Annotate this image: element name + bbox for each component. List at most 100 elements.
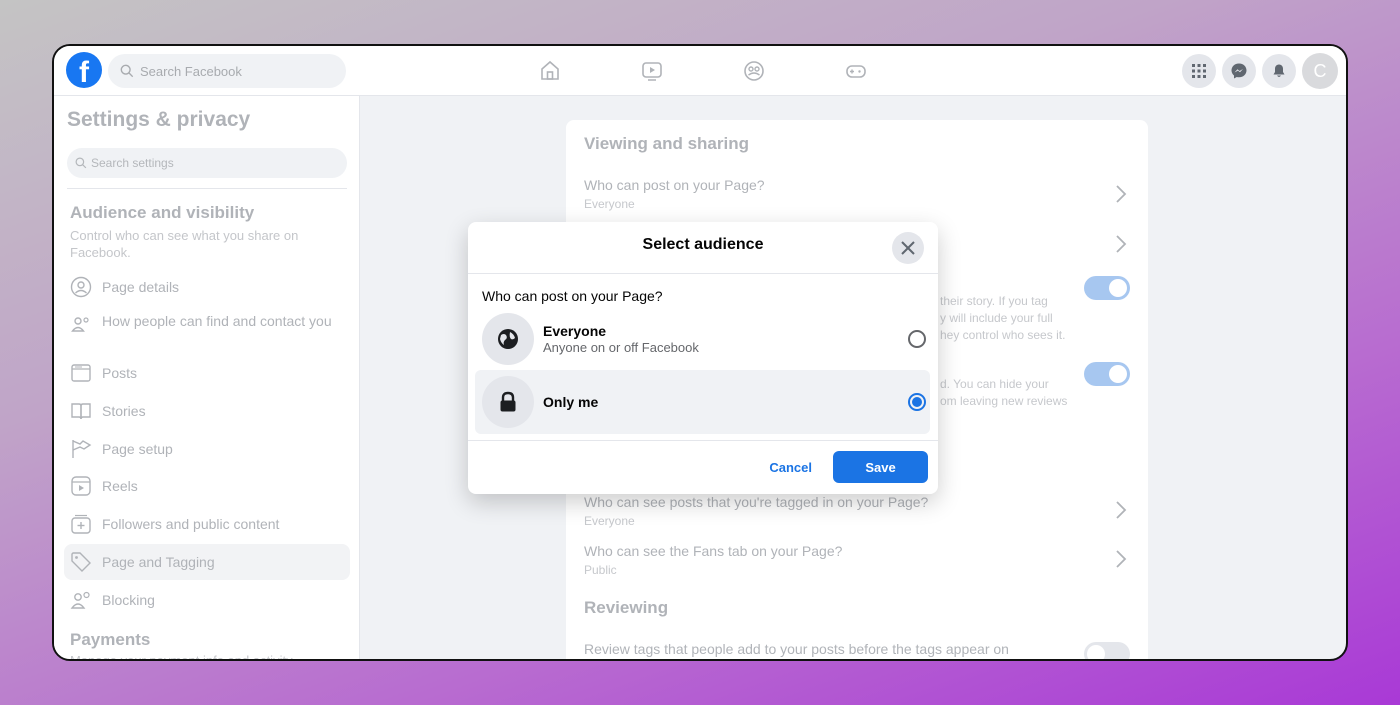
followers-icon bbox=[71, 514, 91, 534]
chevron-right-icon bbox=[1116, 185, 1127, 203]
settings-search-box[interactable] bbox=[67, 148, 347, 178]
option-sublabel: Anyone on or off Facebook bbox=[543, 340, 699, 355]
sidebar-item-reels[interactable]: Reels bbox=[64, 468, 350, 504]
fragment-line: y will include your full bbox=[940, 311, 1053, 325]
sidebar-item-find-and-contact[interactable]: How people can find and contact you bbox=[64, 309, 350, 355]
facebook-search-box[interactable] bbox=[108, 54, 346, 88]
sidebar-item-label: Reels bbox=[102, 478, 138, 494]
chevron-right-icon bbox=[1116, 501, 1127, 519]
sidebar-title: Settings & privacy bbox=[67, 108, 251, 131]
people-icon bbox=[71, 317, 89, 332]
radio-only-me[interactable] bbox=[908, 393, 926, 411]
option-text: Only me bbox=[543, 394, 908, 410]
fragment-line: their story. If you tag bbox=[940, 294, 1048, 308]
close-button[interactable] bbox=[892, 232, 924, 264]
audience-option-everyone[interactable]: Everyone Anyone on or off Facebook bbox=[475, 307, 930, 371]
sidebar-item-page-setup[interactable]: Page setup bbox=[64, 431, 350, 467]
option-label: Everyone bbox=[543, 323, 607, 339]
review-tags-toggle[interactable] bbox=[1084, 642, 1130, 659]
row-title: Who can see posts that you're tagged in … bbox=[584, 494, 929, 510]
video-icon[interactable] bbox=[640, 59, 664, 83]
sidebar-item-posts[interactable]: Posts bbox=[64, 355, 350, 391]
option-text: Everyone Anyone on or off Facebook bbox=[543, 323, 908, 355]
sidebar-item-label: Page setup bbox=[102, 441, 173, 457]
audience-option-only-me[interactable]: Only me bbox=[475, 370, 930, 434]
payments-description: Manage your payment info and activity. bbox=[70, 653, 296, 661]
menu-grid-button[interactable] bbox=[1182, 54, 1216, 88]
setting-toggle[interactable] bbox=[1084, 362, 1130, 386]
sidebar-item-label: Blocking bbox=[102, 592, 155, 608]
messenger-button[interactable] bbox=[1222, 54, 1256, 88]
fragment-line: hey control who sees it. bbox=[940, 328, 1066, 342]
dialog-divider bbox=[468, 440, 938, 441]
browser-frame: f Search Facebook C Settings & privacy S… bbox=[52, 44, 1348, 661]
settings-sidebar: Settings & privacy Audience and visibili… bbox=[54, 96, 360, 661]
sidebar-item-page-details[interactable]: Page details bbox=[64, 269, 350, 305]
sidebar-item-label: Page and Tagging bbox=[102, 554, 215, 570]
reels-icon bbox=[71, 476, 91, 496]
avatar-letter: C bbox=[1313, 60, 1327, 81]
setting-toggle[interactable] bbox=[1084, 276, 1130, 300]
sidebar-item-page-and-tagging[interactable]: Page and Tagging bbox=[64, 544, 350, 580]
search-icon bbox=[120, 64, 134, 78]
fragment-line: om leaving new reviews bbox=[940, 394, 1068, 408]
sidebar-item-label: Posts bbox=[102, 365, 138, 381]
settings-search-input[interactable] bbox=[91, 156, 331, 170]
radio-everyone[interactable] bbox=[908, 330, 926, 348]
user-circle-icon bbox=[70, 276, 92, 298]
dialog-question: Who can post on your Page? bbox=[482, 288, 663, 304]
lock-icon bbox=[500, 391, 516, 412]
tag-icon bbox=[71, 552, 91, 572]
review-tags-row-title: Review tags that people add to your post… bbox=[584, 641, 1009, 657]
row-title: Who can see the Fans tab on your Page? bbox=[584, 543, 843, 559]
setting-description-fragment: d. You can hide your om leaving new revi… bbox=[940, 376, 1067, 410]
sidebar-item-label: How people can find and contact you bbox=[102, 313, 332, 329]
search-icon bbox=[75, 157, 87, 169]
sidebar-item-label: Page details bbox=[102, 279, 180, 295]
top-navigation-bar: f Search Facebook C bbox=[54, 46, 1346, 96]
book-icon bbox=[71, 403, 91, 420]
row-title: Who can post on your Page? bbox=[584, 177, 765, 193]
section-description: Control who can see what you share on Fa… bbox=[70, 228, 299, 260]
select-audience-dialog: Select audience Who can post on your Pag… bbox=[468, 222, 938, 494]
sidebar-item-label: Followers and public content bbox=[102, 516, 280, 532]
sidebar-item-stories[interactable]: Stories bbox=[64, 393, 350, 429]
gaming-icon[interactable] bbox=[844, 59, 868, 83]
chevron-right-icon[interactable] bbox=[1114, 234, 1128, 254]
save-button[interactable]: Save bbox=[833, 451, 928, 483]
option-icon-holder bbox=[482, 376, 534, 428]
viewing-sharing-heading: Viewing and sharing bbox=[584, 134, 749, 153]
row-subtitle: Everyone bbox=[584, 197, 635, 211]
facebook-search-input[interactable] bbox=[140, 63, 320, 79]
option-icon-holder bbox=[482, 313, 534, 365]
sidebar-item-label: Stories bbox=[102, 403, 146, 419]
groups-icon[interactable] bbox=[742, 59, 766, 83]
facebook-logo[interactable]: f bbox=[66, 52, 102, 88]
globe-icon bbox=[498, 329, 518, 349]
notifications-icon bbox=[1273, 64, 1285, 77]
notifications-button[interactable] bbox=[1262, 54, 1296, 88]
chevron-right-icon bbox=[1116, 550, 1127, 568]
row-subtitle: Everyone bbox=[584, 514, 635, 528]
sidebar-item-blocking[interactable]: Blocking bbox=[64, 582, 350, 618]
dialog-divider bbox=[468, 273, 938, 274]
fragment-line: d. You can hide your bbox=[940, 377, 1049, 391]
dialog-title: Select audience bbox=[642, 236, 764, 253]
flag-icon bbox=[72, 440, 92, 458]
posts-icon bbox=[71, 364, 91, 382]
sidebar-divider bbox=[67, 188, 347, 189]
option-label: Only me bbox=[543, 394, 599, 410]
section-title-audience: Audience and visibility bbox=[70, 203, 255, 222]
section-title-payments: Payments bbox=[70, 630, 151, 649]
home-icon[interactable] bbox=[538, 59, 562, 83]
sidebar-item-followers[interactable]: Followers and public content bbox=[64, 506, 350, 542]
blocking-icon bbox=[70, 591, 90, 609]
messenger-icon bbox=[1231, 63, 1247, 79]
setting-description-fragment: their story. If you tag y will include y… bbox=[940, 293, 1065, 344]
cancel-button[interactable]: Cancel bbox=[757, 452, 824, 482]
account-avatar[interactable]: C bbox=[1302, 53, 1338, 89]
close-icon bbox=[901, 241, 915, 255]
menu-grid-icon bbox=[1192, 64, 1206, 78]
row-subtitle: Public bbox=[584, 563, 617, 577]
reviewing-heading: Reviewing bbox=[584, 598, 669, 617]
